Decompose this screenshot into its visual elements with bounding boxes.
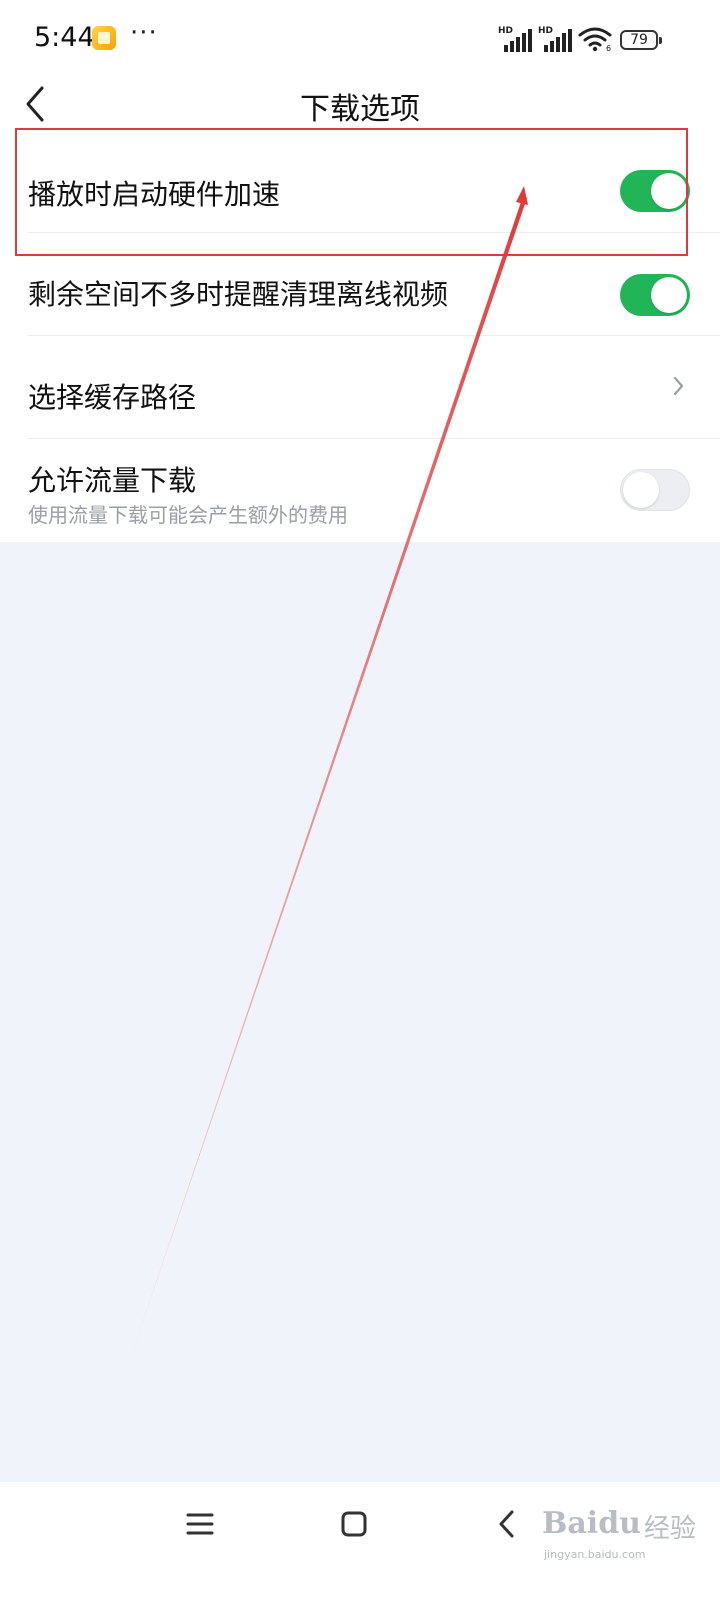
wifi-icon: 6 xyxy=(578,27,612,52)
setting-label: 允许流量下载 xyxy=(28,464,197,497)
watermark-brand: Baidu xyxy=(542,1506,641,1541)
baidu-jingyan-watermark: Baidu 经验 jingyan.baidu.com xyxy=(540,1494,710,1564)
toggle-knob xyxy=(651,173,687,209)
signal-hd-label: HD xyxy=(498,26,514,36)
setting-cache-path[interactable]: 选择缓存路径 xyxy=(0,336,720,439)
signal-icon: HD xyxy=(538,26,572,52)
screen: 5:44 ··· HD HD 6 79 下载选项 播放时启动硬件加速 剩余空间不… xyxy=(0,0,720,1600)
home-icon[interactable] xyxy=(340,1510,368,1538)
toggle-knob xyxy=(623,472,659,508)
setting-hardware-acceleration[interactable]: 播放时启动硬件加速 xyxy=(0,130,720,233)
svg-text:6: 6 xyxy=(606,44,611,52)
chevron-right-icon xyxy=(673,376,684,396)
watermark-url: jingyan.baidu.com xyxy=(544,1548,646,1561)
settings-list: 播放时启动硬件加速 剩余空间不多时提醒清理离线视频 选择缓存路径 允许流量下载 … xyxy=(0,130,720,542)
setting-mobile-data-download[interactable]: 允许流量下载 使用流量下载可能会产生额外的费用 xyxy=(0,439,720,542)
signal-hd-label: HD xyxy=(538,26,554,36)
signal-icon: HD xyxy=(498,26,532,52)
setting-low-space-reminder[interactable]: 剩余空间不多时提醒清理离线视频 xyxy=(0,233,720,336)
status-bar: 5:44 ··· HD HD 6 79 xyxy=(0,0,720,80)
setting-label: 播放时启动硬件加速 xyxy=(28,178,281,211)
mobile-data-download-toggle[interactable] xyxy=(620,469,690,511)
system-nav-bar: Baidu 经验 jingyan.baidu.com xyxy=(0,1482,720,1600)
status-time: 5:44 xyxy=(34,22,95,53)
app-header: 下载选项 xyxy=(0,80,720,130)
page-title: 下载选项 xyxy=(300,92,420,127)
back-icon[interactable] xyxy=(496,1508,518,1540)
more-notifications-icon: ··· xyxy=(130,18,158,48)
low-space-reminder-toggle[interactable] xyxy=(620,274,690,316)
menu-icon[interactable] xyxy=(186,1510,214,1538)
notification-app-icon xyxy=(92,26,116,50)
setting-label: 选择缓存路径 xyxy=(28,381,197,414)
battery-icon: 79 xyxy=(620,30,662,50)
setting-label: 剩余空间不多时提醒清理离线视频 xyxy=(28,278,449,311)
hardware-acceleration-toggle[interactable] xyxy=(620,170,690,212)
toggle-knob xyxy=(651,277,687,313)
watermark-brand-cn: 经验 xyxy=(644,1514,697,1544)
setting-sublabel: 使用流量下载可能会产生额外的费用 xyxy=(28,503,348,527)
